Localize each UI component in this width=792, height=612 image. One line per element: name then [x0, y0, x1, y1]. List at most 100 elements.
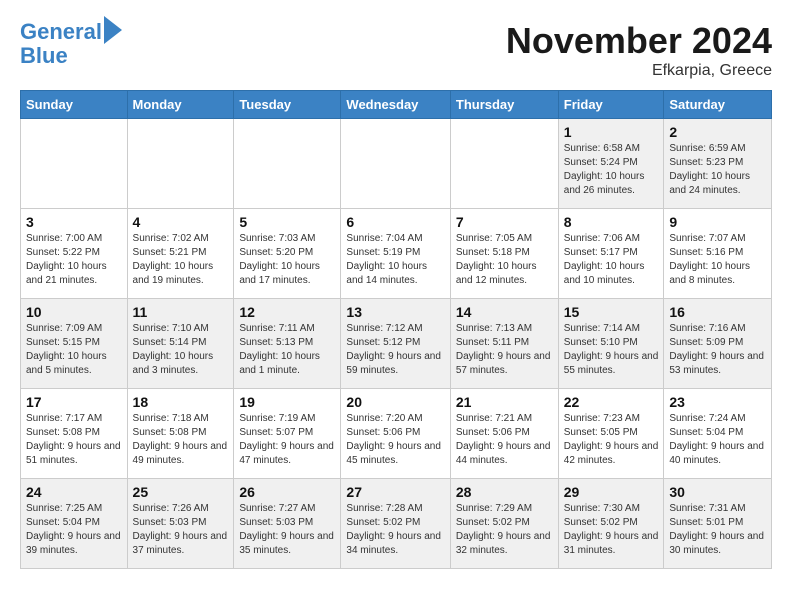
day-number: 25 [133, 484, 229, 500]
calendar-cell: 18Sunrise: 7:18 AM Sunset: 5:08 PM Dayli… [127, 389, 234, 479]
day-info: Sunrise: 7:00 AM Sunset: 5:22 PM Dayligh… [26, 232, 122, 288]
day-info: Sunrise: 7:24 AM Sunset: 5:04 PM Dayligh… [669, 412, 766, 468]
calendar-cell: 28Sunrise: 7:29 AM Sunset: 5:02 PM Dayli… [450, 479, 558, 569]
day-number: 23 [669, 394, 766, 410]
day-number: 21 [456, 394, 553, 410]
day-info: Sunrise: 7:17 AM Sunset: 5:08 PM Dayligh… [26, 412, 122, 468]
day-number: 16 [669, 304, 766, 320]
calendar-week-row: 3 Sunrise: 7:00 AM Sunset: 5:22 PM Daylig… [21, 209, 772, 299]
calendar-cell: 10 Sunrise: 7:09 AM Sunset: 5:15 PM Dayli… [21, 299, 128, 389]
day-number: 3 [26, 214, 122, 230]
day-number: 15 [564, 304, 659, 320]
day-info: Sunrise: 7:21 AM Sunset: 5:06 PM Dayligh… [456, 412, 553, 468]
calendar-cell: 13 Sunrise: 7:12 AM Sunset: 5:12 PM Dayli… [341, 299, 450, 389]
day-info: Sunrise: 7:31 AM Sunset: 5:01 PM Dayligh… [669, 502, 766, 558]
calendar-cell: 4 Sunrise: 7:02 AM Sunset: 5:21 PM Daylig… [127, 209, 234, 299]
day-info: Sunrise: 7:30 AM Sunset: 5:02 PM Dayligh… [564, 502, 659, 558]
calendar-cell: 19 Sunrise: 7:19 AM Sunset: 5:07 PM Dayli… [234, 389, 341, 479]
day-info: Sunrise: 7:26 AM Sunset: 5:03 PM Dayligh… [133, 502, 229, 558]
calendar-week-row: 24Sunrise: 7:25 AM Sunset: 5:04 PM Dayli… [21, 479, 772, 569]
day-number: 5 [239, 214, 335, 230]
calendar-cell: 1 Sunrise: 6:58 AM Sunset: 5:24 PM Daylig… [558, 119, 664, 209]
day-info: Sunrise: 7:10 AM Sunset: 5:14 PM Dayligh… [133, 322, 229, 378]
calendar-cell: 9Sunrise: 7:07 AM Sunset: 5:16 PM Daylig… [664, 209, 772, 299]
day-info: Sunrise: 7:06 AM Sunset: 5:17 PM Dayligh… [564, 232, 659, 288]
calendar-cell: 16Sunrise: 7:16 AM Sunset: 5:09 PM Dayli… [664, 299, 772, 389]
calendar-cell [127, 119, 234, 209]
weekday-header: Friday [558, 91, 664, 119]
calendar-week-row: 10 Sunrise: 7:09 AM Sunset: 5:15 PM Dayli… [21, 299, 772, 389]
day-number: 29 [564, 484, 659, 500]
day-number: 4 [133, 214, 229, 230]
weekday-header: Sunday [21, 91, 128, 119]
calendar-cell: 12 Sunrise: 7:11 AM Sunset: 5:13 PM Dayli… [234, 299, 341, 389]
day-info: Sunrise: 7:04 AM Sunset: 5:19 PM Dayligh… [346, 232, 444, 288]
day-info: Sunrise: 7:28 AM Sunset: 5:02 PM Dayligh… [346, 502, 444, 558]
calendar-week-row: 17 Sunrise: 7:17 AM Sunset: 5:08 PM Dayli… [21, 389, 772, 479]
day-number: 27 [346, 484, 444, 500]
weekday-header: Wednesday [341, 91, 450, 119]
calendar-cell [234, 119, 341, 209]
location-subtitle: Efkarpia, Greece [506, 62, 772, 80]
day-number: 17 [26, 394, 122, 410]
calendar-cell: 3 Sunrise: 7:00 AM Sunset: 5:22 PM Daylig… [21, 209, 128, 299]
calendar-cell: 23 Sunrise: 7:24 AM Sunset: 5:04 PM Dayli… [664, 389, 772, 479]
month-title: November 2024 [506, 20, 772, 62]
day-info: Sunrise: 7:05 AM Sunset: 5:18 PM Dayligh… [456, 232, 553, 288]
calendar-cell: 26Sunrise: 7:27 AM Sunset: 5:03 PM Dayli… [234, 479, 341, 569]
day-info: Sunrise: 7:25 AM Sunset: 5:04 PM Dayligh… [26, 502, 122, 558]
calendar-cell: 29 Sunrise: 7:30 AM Sunset: 5:02 PM Dayli… [558, 479, 664, 569]
day-info: Sunrise: 6:58 AM Sunset: 5:24 PM Dayligh… [564, 142, 659, 198]
calendar-week-row: 1 Sunrise: 6:58 AM Sunset: 5:24 PM Daylig… [21, 119, 772, 209]
calendar-cell: 30 Sunrise: 7:31 AM Sunset: 5:01 PM Dayli… [664, 479, 772, 569]
calendar-cell [341, 119, 450, 209]
calendar-cell: 14 Sunrise: 7:13 AM Sunset: 5:11 PM Dayli… [450, 299, 558, 389]
calendar-cell [21, 119, 128, 209]
day-number: 7 [456, 214, 553, 230]
day-number: 13 [346, 304, 444, 320]
day-number: 19 [239, 394, 335, 410]
day-info: Sunrise: 7:07 AM Sunset: 5:16 PM Dayligh… [669, 232, 766, 288]
day-info: Sunrise: 7:23 AM Sunset: 5:05 PM Dayligh… [564, 412, 659, 468]
day-number: 28 [456, 484, 553, 500]
day-number: 10 [26, 304, 122, 320]
day-info: Sunrise: 7:13 AM Sunset: 5:11 PM Dayligh… [456, 322, 553, 378]
calendar-cell: 5 Sunrise: 7:03 AM Sunset: 5:20 PM Daylig… [234, 209, 341, 299]
weekday-header: Monday [127, 91, 234, 119]
logo: General Blue [20, 20, 122, 68]
day-info: Sunrise: 7:19 AM Sunset: 5:07 PM Dayligh… [239, 412, 335, 468]
day-info: Sunrise: 7:20 AM Sunset: 5:06 PM Dayligh… [346, 412, 444, 468]
weekday-header: Thursday [450, 91, 558, 119]
day-number: 2 [669, 124, 766, 140]
calendar-cell: 20 Sunrise: 7:20 AM Sunset: 5:06 PM Dayli… [341, 389, 450, 479]
calendar-cell: 6 Sunrise: 7:04 AM Sunset: 5:19 PM Daylig… [341, 209, 450, 299]
day-info: Sunrise: 6:59 AM Sunset: 5:23 PM Dayligh… [669, 142, 766, 198]
day-info: Sunrise: 7:12 AM Sunset: 5:12 PM Dayligh… [346, 322, 444, 378]
day-info: Sunrise: 7:14 AM Sunset: 5:10 PM Dayligh… [564, 322, 659, 378]
calendar-cell: 11Sunrise: 7:10 AM Sunset: 5:14 PM Dayli… [127, 299, 234, 389]
weekday-header: Saturday [664, 91, 772, 119]
day-info: Sunrise: 7:27 AM Sunset: 5:03 PM Dayligh… [239, 502, 335, 558]
day-number: 1 [564, 124, 659, 140]
calendar-cell [450, 119, 558, 209]
day-number: 30 [669, 484, 766, 500]
title-area: November 2024 Efkarpia, Greece [506, 20, 772, 80]
calendar-cell: 15 Sunrise: 7:14 AM Sunset: 5:10 PM Dayli… [558, 299, 664, 389]
calendar-cell: 27 Sunrise: 7:28 AM Sunset: 5:02 PM Dayli… [341, 479, 450, 569]
calendar-cell: 8 Sunrise: 7:06 AM Sunset: 5:17 PM Daylig… [558, 209, 664, 299]
day-number: 14 [456, 304, 553, 320]
day-info: Sunrise: 7:03 AM Sunset: 5:20 PM Dayligh… [239, 232, 335, 288]
day-number: 12 [239, 304, 335, 320]
calendar-cell: 22Sunrise: 7:23 AM Sunset: 5:05 PM Dayli… [558, 389, 664, 479]
weekday-header: Tuesday [234, 91, 341, 119]
day-info: Sunrise: 7:09 AM Sunset: 5:15 PM Dayligh… [26, 322, 122, 378]
day-info: Sunrise: 7:11 AM Sunset: 5:13 PM Dayligh… [239, 322, 335, 378]
day-number: 6 [346, 214, 444, 230]
day-number: 20 [346, 394, 444, 410]
logo-arrow-icon [104, 16, 122, 44]
calendar-cell: 2 Sunrise: 6:59 AM Sunset: 5:23 PM Daylig… [664, 119, 772, 209]
day-number: 18 [133, 394, 229, 410]
calendar-cell: 7 Sunrise: 7:05 AM Sunset: 5:18 PM Daylig… [450, 209, 558, 299]
day-info: Sunrise: 7:02 AM Sunset: 5:21 PM Dayligh… [133, 232, 229, 288]
day-number: 8 [564, 214, 659, 230]
